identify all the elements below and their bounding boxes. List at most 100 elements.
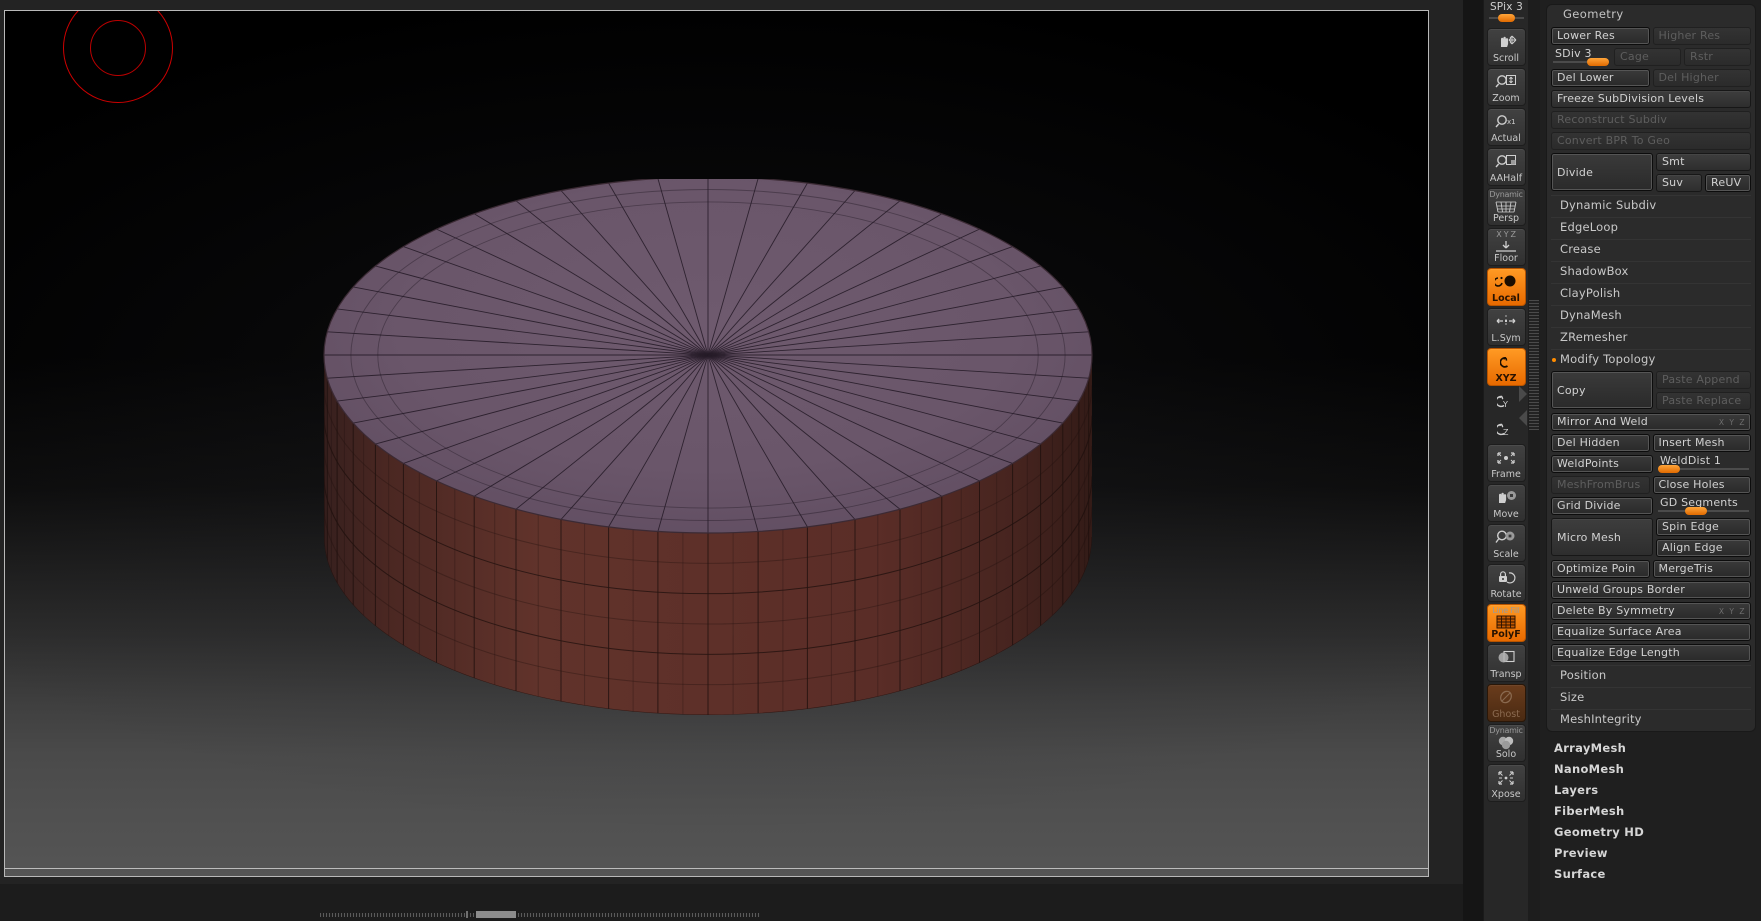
subpalette-dynamesh[interactable]: DynaMesh [1551, 305, 1751, 324]
meshfrombrush-closeholes-row: MeshFromBrus Close Holes [1547, 476, 1755, 494]
palette-vertical-scrollstrip[interactable] [1528, 0, 1540, 921]
toolbar-button-floor[interactable]: X Y Z Floor [1486, 228, 1526, 266]
grid-divide-button[interactable]: Grid Divide [1551, 497, 1653, 515]
toolbar-button-transp[interactable]: Transp [1486, 644, 1526, 682]
palette-preview[interactable]: Preview [1540, 843, 1761, 864]
mesh-from-brush-button: MeshFromBrus [1551, 476, 1650, 494]
toolbar-button-label: XYZ [1495, 373, 1517, 384]
subpalette-label: ShadowBox [1560, 264, 1629, 278]
toolbar-button-l-sym[interactable]: L.Sym [1486, 308, 1526, 346]
collapse-arrow-icons[interactable] [1517, 384, 1529, 430]
spix-label: SPix 3 [1489, 1, 1524, 13]
scrollstrip-texture[interactable] [1529, 300, 1539, 430]
subpalette-zremesher[interactable]: ZRemesher [1551, 327, 1751, 346]
document-frame[interactable] [4, 10, 1429, 877]
spix-knob[interactable] [1498, 14, 1515, 22]
align-edge-button[interactable]: Align Edge [1656, 539, 1751, 557]
horizontal-scrollbar[interactable] [320, 911, 760, 918]
equalize-surface-area-button[interactable]: Equalize Surface Area [1551, 623, 1751, 641]
palette-arraymesh[interactable]: ArrayMesh [1540, 738, 1761, 759]
toolbar-button-xpose[interactable]: Xpose [1486, 764, 1526, 802]
subpalette-shadowbox[interactable]: ShadowBox [1551, 261, 1751, 280]
toolbar-button-actual[interactable]: x1 Actual [1486, 108, 1526, 146]
merge-tris-button[interactable]: MergeTris [1652, 560, 1751, 578]
toolbar-button-local[interactable]: Local [1486, 268, 1526, 306]
toolbar-button-label: AAHalf [1489, 173, 1523, 184]
svg-text:x1: x1 [1507, 118, 1516, 126]
palette-surface[interactable]: Surface [1540, 864, 1761, 885]
smt-button[interactable]: Smt [1656, 153, 1751, 171]
delete-axes-badge[interactable]: X Y Z [1719, 604, 1746, 619]
toolbar-button-rotate[interactable]: Rotate [1486, 564, 1526, 602]
toolbar-button-frame[interactable]: Frame [1486, 444, 1526, 482]
divide-button[interactable]: Divide [1551, 153, 1653, 191]
cylinder-mesh[interactable] [318, 179, 1098, 739]
toolbar-button-persp[interactable]: Dynamic Persp [1486, 188, 1526, 226]
ghost-leaf-icon [1488, 685, 1525, 710]
subpalette-crease[interactable]: Crease [1551, 239, 1751, 258]
toolbar-button-polyf[interactable]: Line Fill PolyF [1486, 604, 1526, 642]
equalize-edge-length-button[interactable]: Equalize Edge Length [1551, 644, 1751, 662]
cylinder-svg [323, 179, 1093, 715]
subpalette-dynamic-subdiv[interactable]: Dynamic Subdiv [1551, 195, 1751, 214]
toolbar-button-ghost[interactable]: Ghost [1486, 684, 1526, 722]
subpalette-modify-topology[interactable]: Modify Topology [1551, 349, 1751, 368]
weld-points-button[interactable]: WeldPoints [1551, 455, 1653, 473]
mirror-axes-badge[interactable]: X Y Z [1719, 415, 1746, 430]
sdiv-knob[interactable] [1587, 58, 1609, 66]
magnifier-x1-icon: x1 [1488, 109, 1525, 134]
palette-layers[interactable]: Layers [1540, 780, 1761, 801]
palette-nanomesh[interactable]: NanoMesh [1540, 759, 1761, 780]
toolbar-button-zoom[interactable]: Zoom [1486, 68, 1526, 106]
sdiv-slider[interactable]: SDiv 3 [1551, 47, 1611, 66]
copy-button[interactable]: Copy [1551, 371, 1653, 409]
toolbar-button-scale[interactable]: Scale [1486, 524, 1526, 562]
weld-dist-knob[interactable] [1658, 465, 1680, 473]
suv-button[interactable]: Suv [1656, 174, 1702, 192]
root-palette-list[interactable]: ArrayMesh NanoMesh Layers FiberMesh Geometry… [1540, 738, 1761, 885]
subpalette-label: MeshIntegrity [1560, 712, 1642, 726]
del-hidden-button[interactable]: Del Hidden [1551, 434, 1650, 452]
toolbar-button-xyz[interactable]: XYZ [1486, 348, 1526, 386]
gd-segments-slider[interactable]: GD Segments [1656, 496, 1751, 515]
right-palette-panel[interactable]: Geometry Lower Res Higher Res SDiv 3 Cag… [1540, 0, 1761, 921]
subpalette-claypolish[interactable]: ClayPolish [1551, 283, 1751, 302]
insert-mesh-button[interactable]: Insert Mesh [1652, 434, 1751, 452]
mirror-and-weld-button[interactable]: Mirror And Weld X Y Z [1551, 413, 1751, 431]
spin-edge-button[interactable]: Spin Edge [1656, 518, 1751, 536]
toolbar-button-label: Move [1493, 509, 1519, 520]
subpalette-position[interactable]: Position [1551, 665, 1751, 684]
geometry-subpalette-headers[interactable]: Dynamic Subdiv EdgeLoop Crease ShadowBox Cla… [1547, 195, 1755, 346]
unweld-groups-border-button[interactable]: Unweld Groups Border [1551, 581, 1751, 599]
griddivide-row: Grid Divide GD Segments [1547, 496, 1755, 515]
xpose-arrows-icon [1488, 765, 1525, 790]
lower-res-button[interactable]: Lower Res [1551, 27, 1650, 45]
palette-collapse-arrows[interactable] [1517, 384, 1529, 430]
micro-mesh-button[interactable]: Micro Mesh [1551, 518, 1653, 556]
geometry-tail-subheaders[interactable]: Position Size MeshIntegrity [1547, 665, 1755, 728]
subpalette-label: Size [1560, 690, 1585, 704]
toolbar-button-aahalf[interactable]: AAHalf [1486, 148, 1526, 186]
mirror-weld-row: Mirror And Weld X Y Z [1547, 413, 1755, 431]
gd-segments-knob[interactable] [1684, 507, 1707, 515]
palette-geometry-hd[interactable]: Geometry HD [1540, 822, 1761, 843]
toolbar-button-scroll[interactable]: Scroll [1486, 28, 1526, 66]
delete-by-symmetry-button[interactable]: Delete By Symmetry X Y Z [1551, 602, 1751, 620]
spix-slider[interactable]: SPix 3 [1484, 0, 1529, 26]
optimize-points-button[interactable]: Optimize Poin [1551, 560, 1650, 578]
palette-fibermesh[interactable]: FiberMesh [1540, 801, 1761, 822]
freeze-subdivision-levels-button[interactable]: Freeze SubDivision Levels [1551, 90, 1751, 108]
weld-dist-slider[interactable]: WeldDist 1 [1656, 454, 1751, 473]
subpalette-edgeloop[interactable]: EdgeLoop [1551, 217, 1751, 236]
scrollbar-track[interactable] [320, 913, 760, 917]
subpalette-meshintegrity[interactable]: MeshIntegrity [1551, 709, 1751, 728]
canvas-area[interactable] [0, 0, 1463, 921]
del-lower-button[interactable]: Del Lower [1551, 69, 1650, 87]
right-vertical-toolbar[interactable]: SPix 3 Scroll Zoom x1 Actual AAHalf Dynamic Pe… [1483, 0, 1528, 921]
subpalette-size[interactable]: Size [1551, 687, 1751, 706]
toolbar-button-solo[interactable]: Dynamic Solo [1486, 724, 1526, 762]
scrollbar-thumb[interactable] [476, 911, 516, 918]
close-holes-button[interactable]: Close Holes [1652, 476, 1751, 494]
reuv-button[interactable]: ReUV [1705, 174, 1751, 192]
toolbar-button-move[interactable]: Move [1486, 484, 1526, 522]
